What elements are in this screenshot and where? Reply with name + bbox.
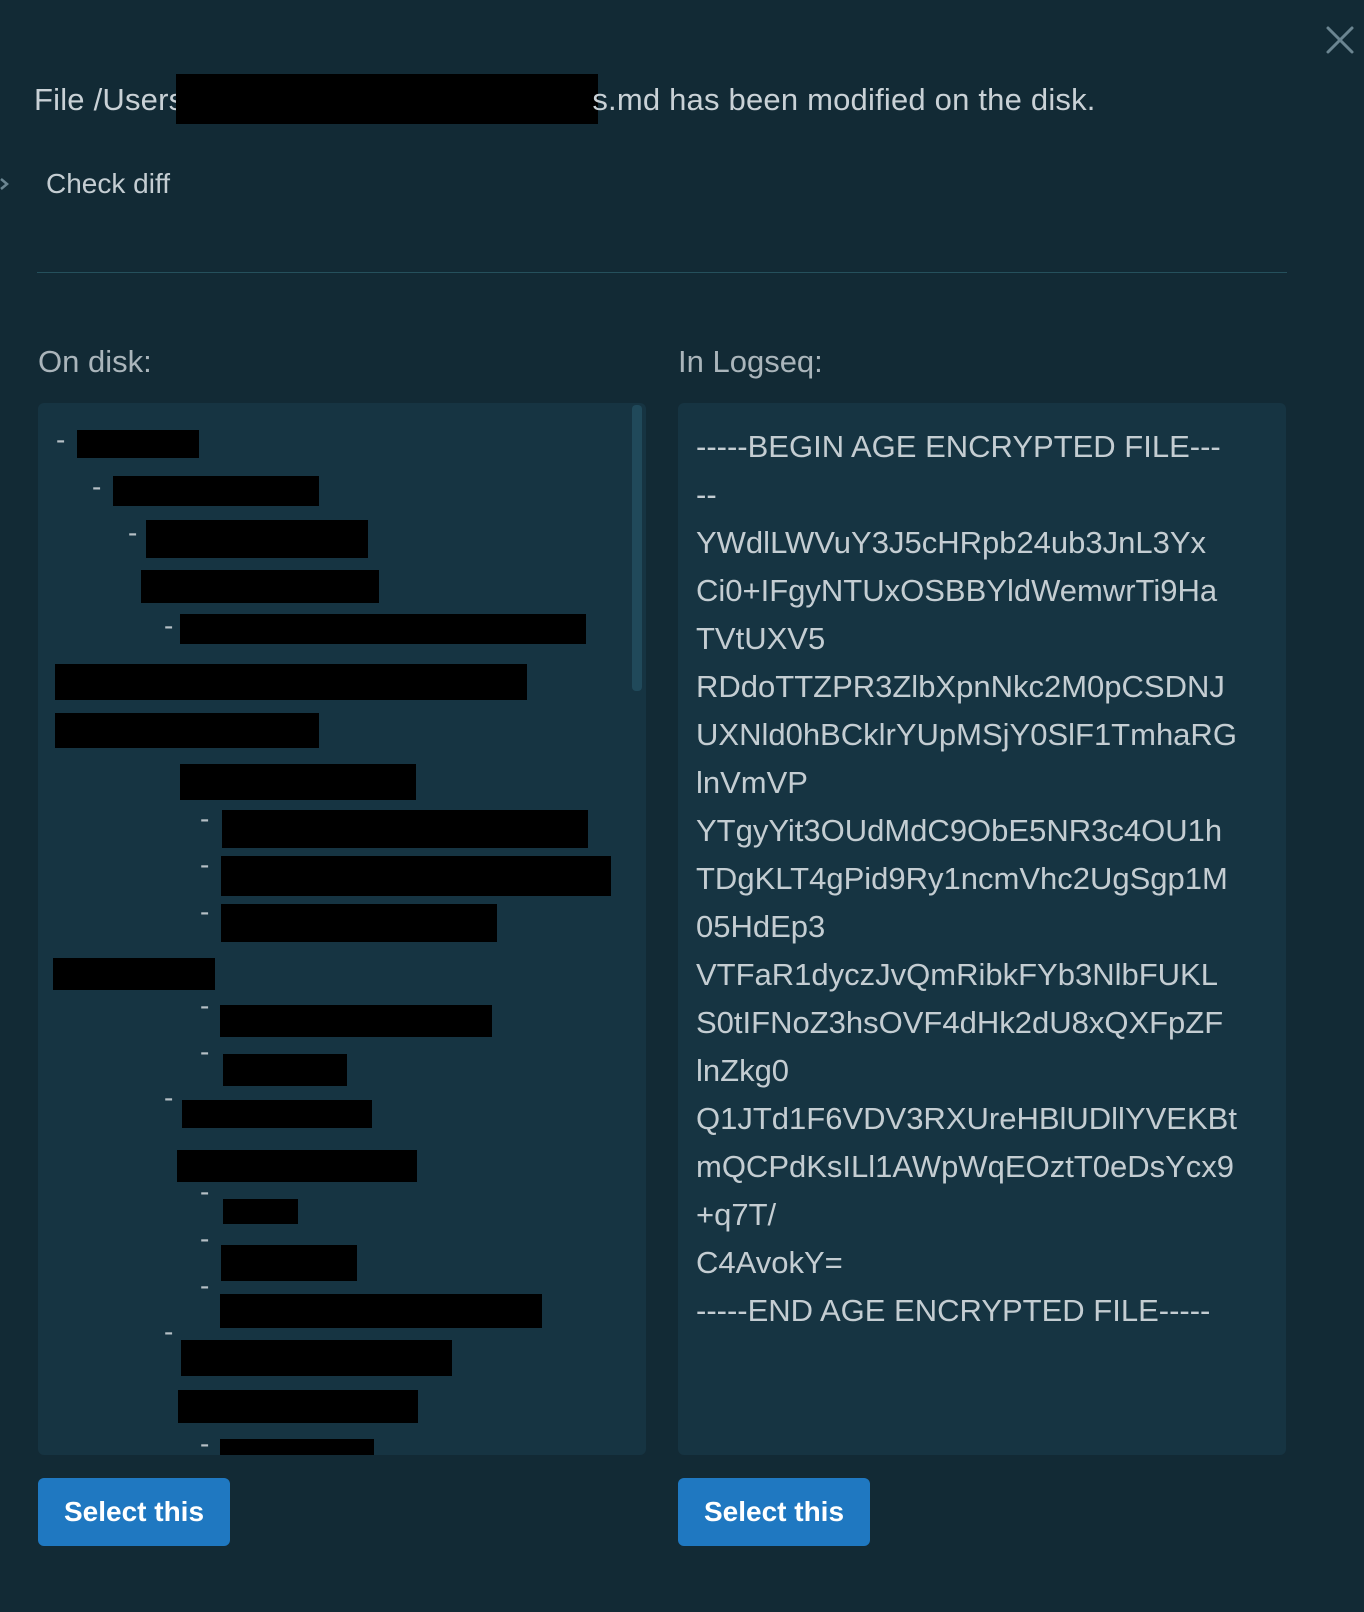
list-bullet: -	[92, 471, 102, 502]
list-bullet: -	[200, 803, 210, 834]
close-icon[interactable]	[1322, 22, 1358, 58]
encrypted-line: --	[696, 477, 717, 512]
message-prefix: File /Users	[34, 82, 185, 117]
redacted-block	[181, 1340, 452, 1376]
message-suffix: s.md has been modified on the disk.	[592, 82, 1096, 117]
scrollbar-thumb[interactable]	[632, 405, 642, 691]
redacted-block	[223, 1199, 298, 1224]
redacted-block	[55, 713, 319, 748]
select-in-logseq-button[interactable]: Select this	[678, 1478, 870, 1546]
list-bullet: -	[164, 610, 174, 641]
encrypted-line: 05HdEp3	[696, 909, 826, 944]
encrypted-line: TDgKLT4gPid9Ry1ncmVhc2UgSgp1M	[696, 861, 1228, 896]
redacted-block	[146, 520, 368, 558]
redacted-block	[220, 1439, 374, 1455]
check-diff-toggle[interactable]: Check diff	[0, 168, 170, 200]
encrypted-line: mQCPdKsILl1AWpWqEOztT0eDsYcx9	[696, 1149, 1235, 1184]
encrypted-line: YWdlLWVuY3J5cHRpb24ub3JnL3Yx	[696, 525, 1207, 560]
redacted-path	[176, 74, 599, 124]
list-bullet: -	[128, 517, 138, 548]
redacted-block	[180, 764, 416, 800]
chevron-right-icon	[0, 178, 9, 190]
encrypted-line: UXNld0hBCklrYUpMSjY0SlF1TmhaRG	[696, 717, 1237, 752]
redacted-block	[177, 1150, 417, 1182]
list-bullet: -	[200, 1223, 210, 1254]
list-bullet: -	[164, 1316, 174, 1347]
encrypted-line: -----END AGE ENCRYPTED FILE-----	[696, 1293, 1211, 1328]
list-bullet: -	[56, 424, 66, 455]
encrypted-line: VTFaR1dyczJvQmRibkFYb3NlbFUKL	[696, 957, 1218, 992]
file-modified-dialog: File /Users s.md has been modified on the…	[0, 0, 1364, 1612]
list-bullet: -	[200, 1036, 210, 1067]
dialog-message: File /Users s.md has been modified on the…	[34, 74, 1096, 124]
redacted-block	[53, 958, 215, 990]
encrypted-line: -----BEGIN AGE ENCRYPTED FILE---	[696, 429, 1221, 464]
encrypted-line: RDdoTTZPR3ZlbXpnNkc2M0pCSDNJ	[696, 669, 1225, 704]
redacted-block	[180, 614, 586, 644]
divider	[37, 272, 1287, 273]
check-diff-label: Check diff	[46, 168, 170, 199]
list-bullet: -	[200, 1270, 210, 1301]
redacted-block	[220, 1294, 542, 1328]
redacted-block	[221, 1245, 357, 1281]
encrypted-line: Ci0+IFgyNTUxOSBBYldWemwrTi9Ha	[696, 573, 1218, 608]
redacted-block	[220, 1005, 492, 1037]
redacted-block	[222, 810, 588, 848]
select-on-disk-button[interactable]: Select this	[38, 1478, 230, 1546]
list-bullet: -	[200, 1176, 210, 1207]
encrypted-line: C4AvokY=	[696, 1245, 843, 1280]
redacted-block	[141, 570, 379, 603]
list-bullet: -	[200, 896, 210, 927]
on-disk-label: On disk:	[38, 344, 152, 379]
list-bullet: -	[200, 1428, 210, 1455]
encrypted-line: YTgyYit3OUdMdC9ObE5NR3c4OU1h	[696, 813, 1223, 848]
redacted-block	[223, 1054, 347, 1086]
list-bullet: -	[200, 990, 210, 1021]
list-bullet: -	[164, 1082, 174, 1113]
encrypted-file-text: -----BEGIN AGE ENCRYPTED FILE--- -- YWdlLW…	[696, 423, 1276, 1335]
encrypted-line: lnVmVP	[696, 765, 808, 800]
on-disk-content[interactable]: - - - - - - - - - - - - - - -	[38, 403, 646, 1455]
list-bullet: -	[200, 849, 210, 880]
redacted-block	[221, 856, 611, 896]
encrypted-line: S0tIFNoZ3hsOVF4dHk2dU8xQXFpZF	[696, 1005, 1224, 1040]
encrypted-line: Q1JTd1F6VDV3RXUreHBlUDllYVEKBt	[696, 1101, 1237, 1136]
redacted-block	[55, 664, 527, 700]
encrypted-line: lnZkg0	[696, 1053, 790, 1088]
redacted-block	[178, 1390, 418, 1423]
redacted-block	[77, 430, 199, 458]
encrypted-line: TVtUXV5	[696, 621, 826, 656]
redacted-block	[182, 1100, 372, 1128]
encrypted-line: +q7T/	[696, 1197, 777, 1232]
in-logseq-label: In Logseq:	[678, 344, 823, 379]
redacted-block	[221, 904, 497, 942]
redacted-block	[113, 476, 319, 506]
in-logseq-content[interactable]: -----BEGIN AGE ENCRYPTED FILE--- -- YWdlLW…	[678, 403, 1286, 1455]
